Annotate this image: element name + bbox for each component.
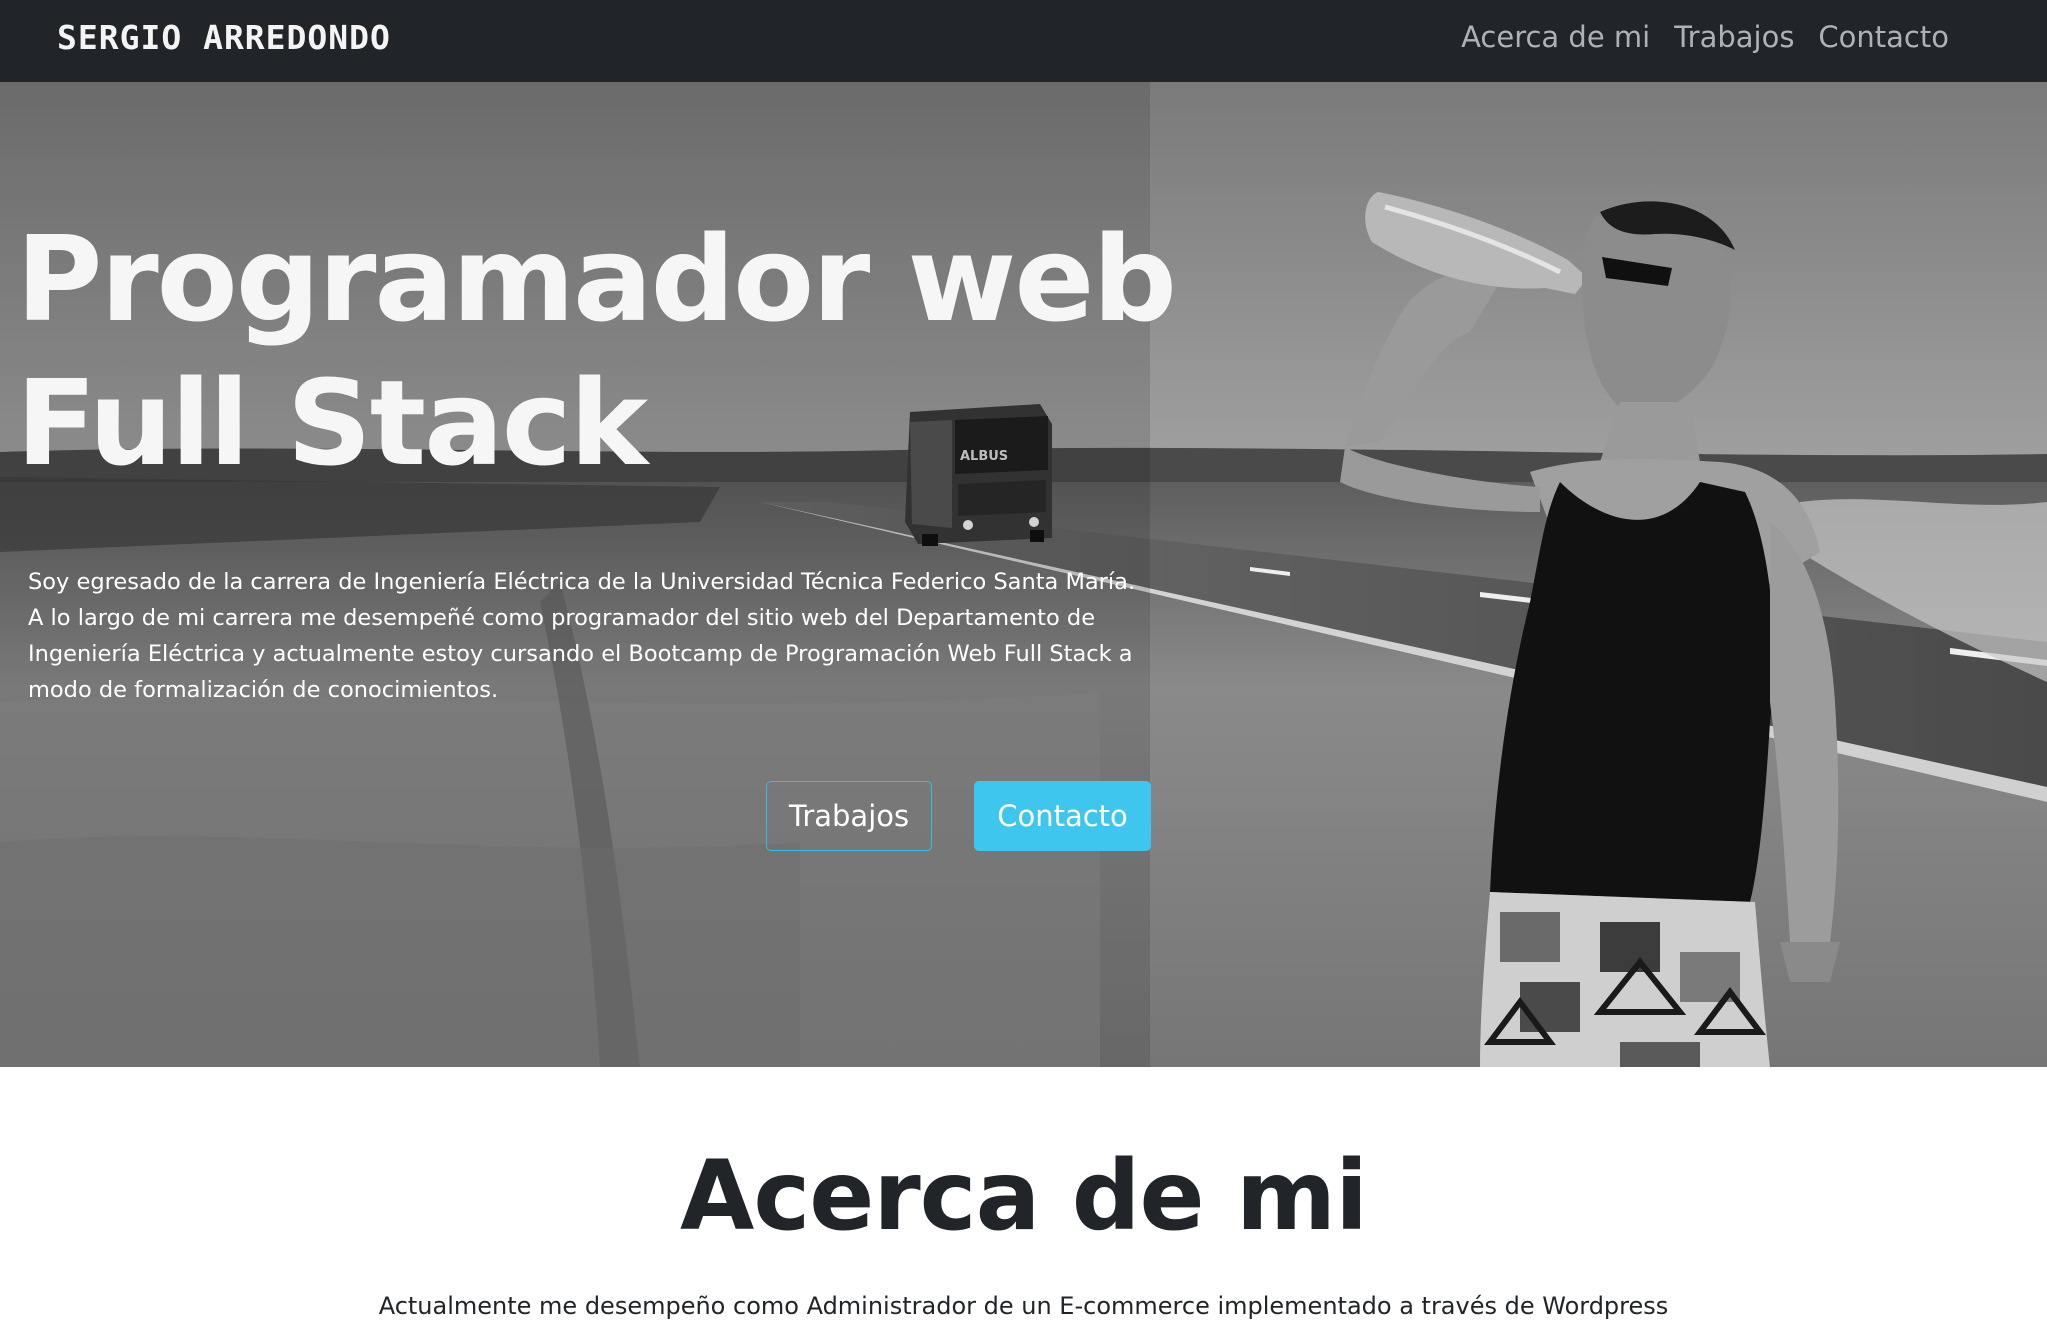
hero-description: Soy egresado de la carrera de Ingeniería…: [28, 569, 1136, 703]
trabajos-button[interactable]: Trabajos: [766, 781, 932, 851]
nav-link-trabajos[interactable]: Trabajos: [1674, 17, 1794, 57]
hero-title: Programador web Full Stack: [16, 207, 1177, 495]
hero-title-line1: Programador web: [16, 210, 1177, 348]
hero-section: ALBUS Programador web Full Stack Soy egr…: [0, 82, 2047, 1067]
about-section-title: Acerca de mi: [680, 1140, 1368, 1252]
nav-links: Acerca de mi Trabajos Contacto: [1461, 17, 1949, 57]
about-section-text: Actualmente me desempeño como Administra…: [378, 1292, 1669, 1320]
brand-logo[interactable]: SERGIO ARREDONDO: [57, 18, 391, 58]
nav-link-contacto[interactable]: Contacto: [1818, 17, 1949, 57]
nav-link-acerca[interactable]: Acerca de mi: [1461, 17, 1650, 57]
navbar: SERGIO ARREDONDO Acerca de mi Trabajos C…: [0, 0, 2047, 82]
contacto-button[interactable]: Contacto: [974, 781, 1151, 851]
hero-title-line2: Full Stack: [16, 354, 648, 492]
